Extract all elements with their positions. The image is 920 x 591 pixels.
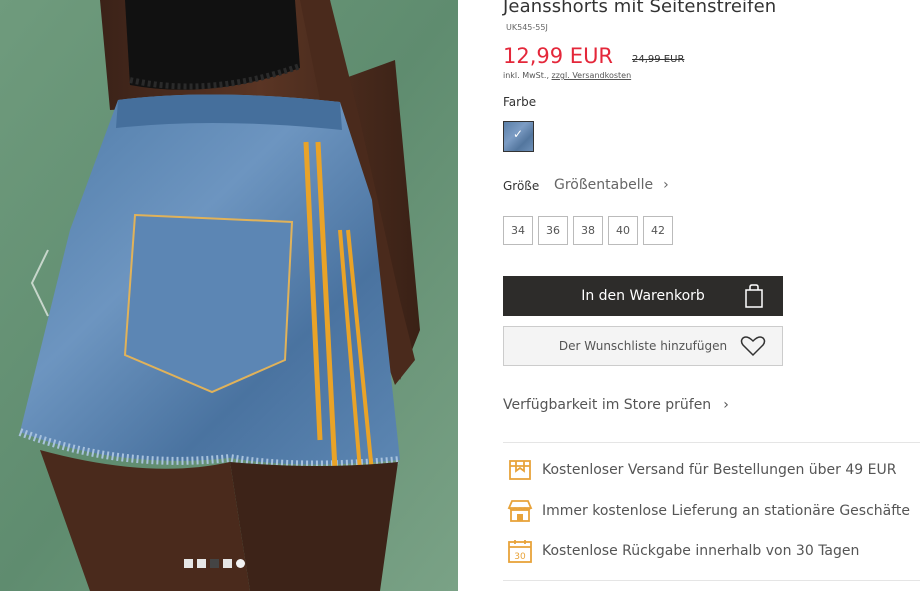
heart-icon bbox=[740, 336, 766, 357]
size-option-40[interactable]: 40 bbox=[608, 216, 638, 245]
chevron-right-icon: › bbox=[663, 177, 669, 193]
product-title: Jeansshorts mit Seitenstreifen bbox=[503, 0, 777, 17]
shopping-bag-icon bbox=[745, 284, 763, 308]
size-option-34[interactable]: 34 bbox=[503, 216, 533, 245]
calendar-30-icon: 30 bbox=[508, 540, 532, 563]
product-image-gallery bbox=[0, 0, 458, 591]
divider bbox=[503, 442, 920, 443]
sale-price: 12,99 EUR bbox=[503, 44, 614, 68]
gallery-dot-5[interactable] bbox=[236, 559, 245, 568]
check-icon: ✓ bbox=[513, 127, 524, 141]
tax-prefix: inkl. MwSt., bbox=[503, 71, 549, 80]
size-option-36[interactable]: 36 bbox=[538, 216, 568, 245]
calendar-number: 30 bbox=[514, 552, 526, 562]
size-options: 34 36 38 40 42 bbox=[503, 216, 673, 245]
benefit-text: Kostenlose Rückgabe innerhalb von 30 Tag… bbox=[542, 543, 860, 559]
gallery-pagination bbox=[184, 559, 245, 568]
divider bbox=[503, 580, 920, 581]
previous-image-arrow-icon[interactable] bbox=[26, 246, 54, 320]
gallery-dot-2[interactable] bbox=[197, 559, 206, 568]
benefit-free-returns: 30 Kostenlose Rückgabe innerhalb von 30 … bbox=[507, 538, 859, 564]
product-info-panel: Jeansshorts mit Seitenstreifen UK545-55J… bbox=[503, 0, 920, 591]
product-photo bbox=[0, 0, 458, 591]
size-label: Größe bbox=[503, 179, 540, 193]
add-to-cart-label: In den Warenkorb bbox=[581, 288, 705, 304]
shipping-box-icon bbox=[509, 460, 531, 480]
benefit-text: Immer kostenlose Lieferung an stationäre… bbox=[542, 503, 911, 519]
wishlist-label: Der Wunschliste hinzufügen bbox=[558, 339, 728, 353]
size-option-38[interactable]: 38 bbox=[573, 216, 603, 245]
benefit-store-delivery: Immer kostenlose Lieferung an stationäre… bbox=[507, 498, 910, 524]
color-label: Farbe bbox=[503, 95, 537, 109]
tax-info: inkl. MwSt., zzgl. Versandkosten bbox=[503, 71, 631, 80]
size-guide-link[interactable]: Größentabelle › bbox=[554, 177, 669, 193]
benefit-free-shipping: Kostenloser Versand für Bestellungen übe… bbox=[507, 457, 896, 483]
add-to-cart-button[interactable]: In den Warenkorb bbox=[503, 276, 783, 316]
original-price: 24,99 EUR bbox=[632, 54, 685, 65]
add-to-wishlist-button[interactable]: Der Wunschliste hinzufügen bbox=[503, 326, 783, 366]
gallery-dot-3[interactable] bbox=[210, 559, 219, 568]
shipping-costs-link[interactable]: zzgl. Versandkosten bbox=[552, 71, 632, 80]
store-availability-link[interactable]: Verfügbarkeit im Store prüfen › bbox=[503, 397, 729, 413]
size-option-42[interactable]: 42 bbox=[643, 216, 673, 245]
gallery-dot-1[interactable] bbox=[184, 559, 193, 568]
chevron-right-icon: › bbox=[723, 397, 729, 413]
store-icon bbox=[507, 500, 533, 522]
store-availability-label: Verfügbarkeit im Store prüfen bbox=[503, 397, 712, 413]
size-guide-label: Größentabelle bbox=[554, 177, 654, 193]
color-swatch-denim[interactable]: ✓ bbox=[503, 121, 534, 152]
product-sku: UK545-55J bbox=[506, 23, 548, 32]
benefit-text: Kostenloser Versand für Bestellungen übe… bbox=[542, 462, 897, 478]
gallery-dot-4[interactable] bbox=[223, 559, 232, 568]
